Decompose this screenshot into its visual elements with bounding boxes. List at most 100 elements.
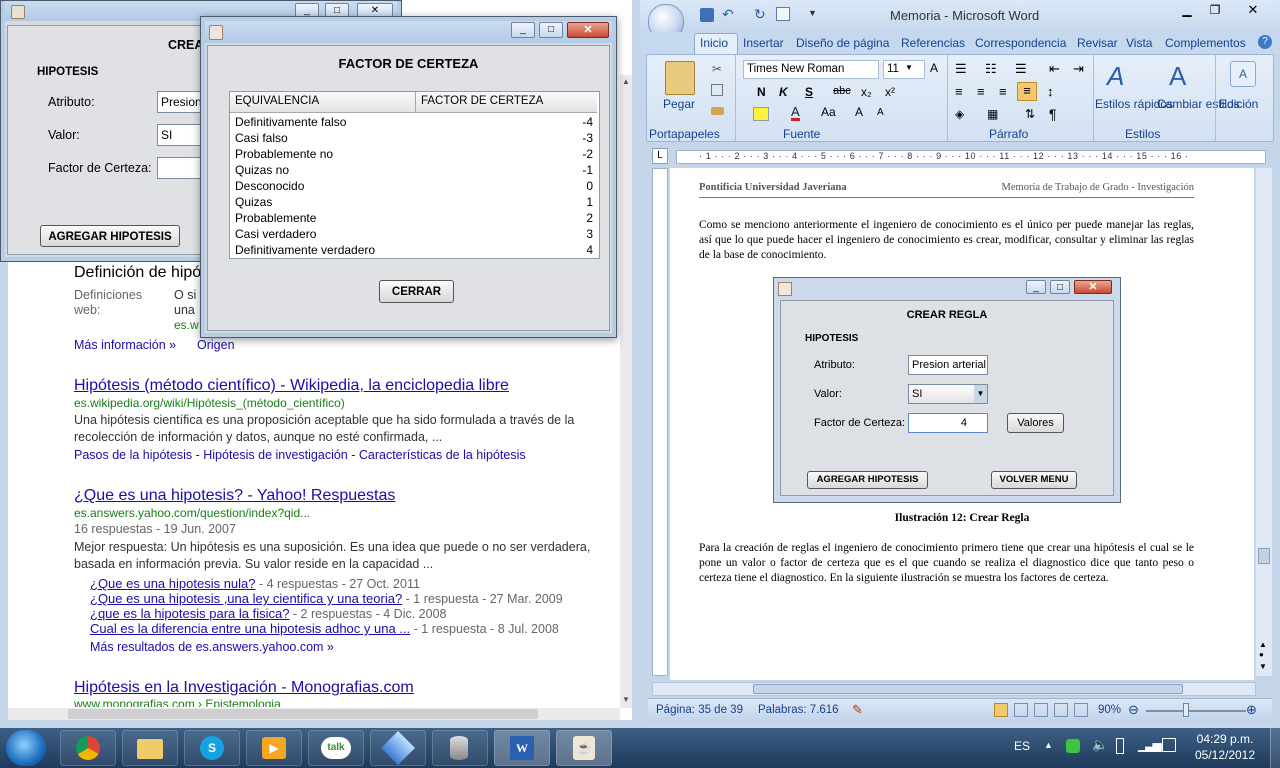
- speaker-icon[interactable]: 🔈: [1092, 737, 1108, 753]
- edition-button-label[interactable]: Edición: [1219, 97, 1258, 111]
- undo-icon[interactable]: ↶: [722, 6, 734, 23]
- justify-icon[interactable]: ≡: [1017, 82, 1037, 101]
- multilevel-list-icon[interactable]: ☰: [1015, 61, 1027, 77]
- help-icon[interactable]: ?: [1258, 35, 1272, 49]
- table-row[interactable]: Definitivamente falso -4: [230, 114, 597, 130]
- highlight-icon[interactable]: [753, 107, 769, 121]
- print-layout-icon[interactable]: [994, 703, 1008, 717]
- superscript-icon[interactable]: x²: [885, 85, 895, 99]
- tab-referencias[interactable]: Referencias: [901, 36, 965, 50]
- web-layout-icon[interactable]: [1034, 703, 1048, 717]
- column-header-equivalence[interactable]: EQUIVALENCIA: [235, 95, 319, 107]
- document-hscrollbar[interactable]: [652, 682, 1256, 696]
- taskbar-skype-icon[interactable]: S: [184, 730, 240, 766]
- document-scrollbar[interactable]: ▲ ● ▼: [1256, 168, 1272, 676]
- clock-time[interactable]: 04:29 p.m.: [1190, 732, 1260, 746]
- add-hypothesis-button[interactable]: AGREGAR HIPOTESIS: [40, 225, 180, 247]
- taskbar-explorer-icon[interactable]: [122, 730, 178, 766]
- vertical-ruler[interactable]: [652, 168, 668, 676]
- numbering-icon[interactable]: ☷: [985, 61, 997, 77]
- next-page-icon[interactable]: ▼: [1259, 662, 1267, 671]
- show-desktop-button[interactable]: [1270, 728, 1280, 768]
- paste-button-label[interactable]: Pegar: [663, 97, 695, 111]
- close-icon[interactable]: ✕: [1238, 3, 1268, 19]
- minimize-icon[interactable]: _: [511, 22, 535, 38]
- proofing-icon[interactable]: ✎: [852, 702, 863, 718]
- table-row[interactable]: Desconocido 0: [230, 178, 597, 194]
- scroll-thumb[interactable]: [1258, 548, 1270, 564]
- table-row[interactable]: Definitivamente verdadero 4: [230, 242, 597, 258]
- language-indicator[interactable]: ES: [1014, 739, 1030, 753]
- full-screen-icon[interactable]: [1014, 703, 1028, 717]
- taskbar-chrome-icon[interactable]: [60, 730, 116, 766]
- subscript-icon[interactable]: x₂: [861, 85, 872, 99]
- battery-icon[interactable]: [1116, 738, 1124, 754]
- outline-icon[interactable]: [1054, 703, 1068, 717]
- tab-correspondencia[interactable]: Correspondencia: [975, 36, 1066, 50]
- change-styles-label[interactable]: Cambiar estilos: [1157, 97, 1240, 111]
- table-row[interactable]: Probablemente 2: [230, 210, 597, 226]
- copy-icon[interactable]: [711, 84, 723, 96]
- underline-icon[interactable]: S: [805, 85, 813, 99]
- figure-crear-regla[interactable]: _ □ ✕ CREAR REGLA HIPOTESIS Atributo: Pr…: [773, 277, 1121, 503]
- dialog-titlebar[interactable]: _ □ ✕: [205, 21, 612, 43]
- document-page[interactable]: Pontificia Universidad Javeriana Memoria…: [670, 168, 1254, 680]
- quick-styles-label[interactable]: Estilos rápidos: [1095, 97, 1173, 111]
- save-icon[interactable]: [700, 8, 714, 22]
- signal-icon[interactable]: ▁▃▅: [1138, 738, 1162, 752]
- tab-inicio[interactable]: Inicio: [700, 36, 728, 50]
- italic-icon[interactable]: K: [779, 85, 788, 99]
- print-preview-icon[interactable]: [776, 7, 790, 21]
- grow-font-icon[interactable]: A: [930, 61, 938, 75]
- font-name-select[interactable]: Times New Roman: [743, 60, 879, 79]
- tab-diseno[interactable]: Diseño de página: [796, 36, 889, 50]
- zoom-level[interactable]: 90%: [1098, 704, 1121, 716]
- clock-date[interactable]: 05/12/2012: [1190, 748, 1260, 762]
- zoom-slider-handle[interactable]: [1183, 703, 1189, 717]
- table-row[interactable]: Quizas no -1: [230, 162, 597, 178]
- grow-text-icon[interactable]: A: [855, 105, 863, 119]
- table-row[interactable]: Quizas 1: [230, 194, 597, 210]
- paragraph[interactable]: Como se menciono anteriormente el ingeni…: [699, 218, 1194, 263]
- zoom-slider[interactable]: [1146, 710, 1246, 712]
- start-button-icon[interactable]: [6, 730, 46, 766]
- paste-icon[interactable]: [665, 61, 695, 95]
- taskbar-java-icon[interactable]: ☕: [556, 730, 612, 766]
- format-painter-icon[interactable]: [711, 107, 724, 115]
- browse-object-icon[interactable]: ●: [1259, 650, 1264, 659]
- tab-selector-icon[interactable]: L: [652, 148, 668, 164]
- show-hidden-icons-icon[interactable]: ▲: [1044, 740, 1053, 750]
- taskbar-media-icon[interactable]: ▶: [246, 730, 302, 766]
- taskbar-word-icon[interactable]: W: [494, 730, 550, 766]
- zoom-out-icon[interactable]: ⊖: [1128, 702, 1139, 718]
- status-page[interactable]: Página: 35 de 39: [656, 704, 743, 716]
- tab-vista[interactable]: Vista: [1126, 36, 1152, 50]
- bold-icon[interactable]: N: [757, 85, 766, 99]
- align-right-icon[interactable]: ≡: [999, 84, 1007, 99]
- tab-complementos[interactable]: Complementos: [1165, 36, 1246, 50]
- tab-revisar[interactable]: Revisar: [1077, 36, 1118, 50]
- status-words[interactable]: Palabras: 7.616: [758, 704, 839, 716]
- horizontal-ruler[interactable]: · 1 · · · 2 · · · 3 · · · 4 · · · 5 · · …: [676, 150, 1266, 164]
- tab-insertar[interactable]: Insertar: [743, 36, 784, 50]
- font-size-select[interactable]: 11: [883, 60, 925, 79]
- close-icon[interactable]: ✕: [567, 22, 609, 38]
- draft-icon[interactable]: [1074, 703, 1088, 717]
- table-row[interactable]: Casi falso -3: [230, 130, 597, 146]
- paragraph[interactable]: Para la creación de reglas el ingeniero …: [699, 541, 1194, 586]
- taskbar-database-icon[interactable]: [432, 730, 488, 766]
- network-icon[interactable]: [1162, 738, 1176, 752]
- table-row[interactable]: Probablemente no -2: [230, 146, 597, 162]
- redo-icon[interactable]: ↻: [754, 6, 766, 23]
- shrink-text-icon[interactable]: A: [877, 107, 884, 118]
- decrease-indent-icon[interactable]: ⇤: [1049, 61, 1060, 77]
- word-titlebar[interactable]: ↶ ↻ ▼ Memoria - Microsoft Word ▁ ❐ ✕: [640, 0, 1280, 40]
- strikethrough-icon[interactable]: abc: [833, 85, 851, 97]
- column-header-factor[interactable]: FACTOR DE CERTEZA: [421, 95, 543, 107]
- maximize-icon[interactable]: ❐: [1202, 3, 1228, 19]
- zoom-in-icon[interactable]: ⊕: [1246, 702, 1257, 718]
- sync-icon[interactable]: [1066, 739, 1080, 753]
- borders-icon[interactable]: ▦: [987, 107, 998, 121]
- quick-styles-icon[interactable]: A: [1107, 61, 1124, 92]
- font-color-icon[interactable]: A: [791, 105, 800, 121]
